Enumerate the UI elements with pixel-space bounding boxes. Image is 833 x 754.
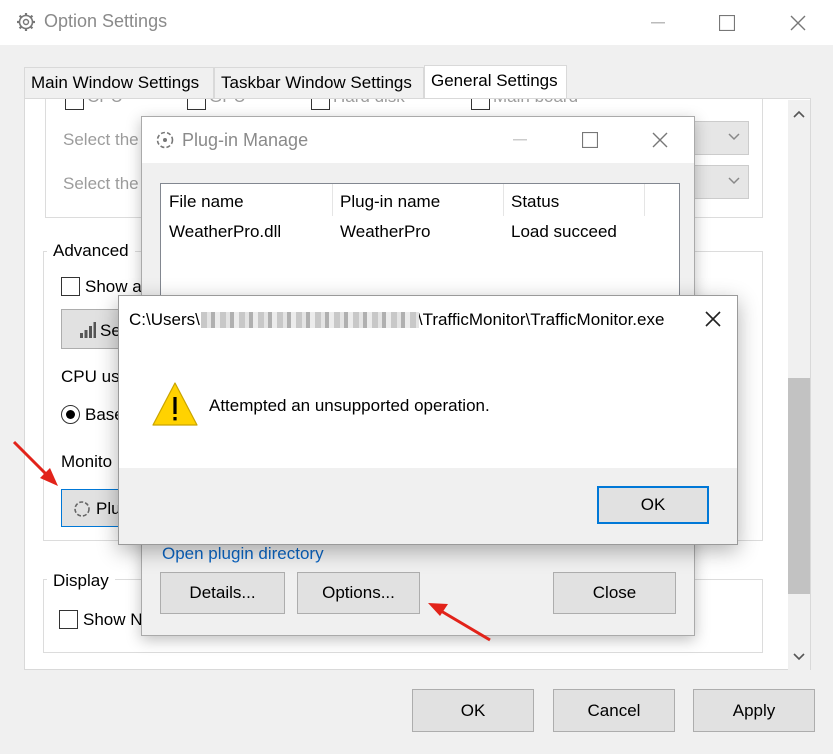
gear-icon: [17, 13, 35, 31]
tab-main-window-settings[interactable]: Main Window Settings: [24, 67, 214, 100]
row-plugin-name: WeatherPro: [340, 222, 431, 241]
tab-taskbar-window-settings[interactable]: Taskbar Window Settings: [214, 67, 424, 100]
column-header-plugin-name[interactable]: Plug-in name: [340, 192, 440, 212]
plugin-close-button[interactable]: Close: [553, 572, 676, 614]
plugin-close-button-label: Close: [592, 583, 637, 602]
gpu-checkbox-label: GPU: [209, 99, 246, 107]
close-icon: [705, 311, 721, 327]
minimize-icon: [513, 139, 527, 141]
advanced-group-label: Advanced: [47, 241, 135, 261]
show-notify-checkbox[interactable]: [59, 610, 78, 629]
cancel-button[interactable]: Cancel: [553, 689, 675, 732]
gpu-checkbox[interactable]: [187, 99, 206, 110]
puzzle-gear-icon: [74, 501, 90, 517]
tab-label: General Settings: [431, 71, 558, 90]
show-checkbox-label: Show a: [85, 277, 142, 296]
error-path-suffix: \TrafficMonitor\TrafficMonitor.exe: [417, 310, 665, 329]
column-divider[interactable]: [644, 184, 645, 216]
details-button-label: Details...: [189, 583, 256, 602]
open-plugin-directory-link[interactable]: Open plugin directory: [162, 544, 324, 564]
chevron-down-icon: [728, 177, 740, 185]
puzzle-gear-icon: [156, 131, 174, 149]
error-message: Attempted an unsupported operation.: [209, 396, 490, 415]
options-button-label: Options...: [322, 583, 395, 602]
show-checkbox[interactable]: [61, 277, 80, 296]
error-title: C:\Users\ \TrafficMonitor\TrafficMonitor.…: [129, 310, 664, 330]
error-close-button[interactable]: [693, 302, 733, 336]
tab-label: Taskbar Window Settings: [221, 73, 412, 92]
details-button[interactable]: Details...: [160, 572, 285, 614]
row-file-name: WeatherPro.dll: [169, 222, 282, 241]
plugin-list-header: File name Plug-in name Status: [161, 184, 679, 216]
error-button-bar: OK: [119, 468, 737, 544]
minimize-icon: [651, 22, 665, 24]
plugin-maximize-button[interactable]: [570, 123, 610, 157]
error-message-box: C:\Users\ \TrafficMonitor\TrafficMonitor.…: [118, 295, 738, 545]
redacted-username: [201, 312, 419, 328]
scroll-down-icon[interactable]: [793, 653, 805, 661]
title-bar: Option Settings: [0, 0, 833, 45]
close-button[interactable]: [778, 6, 818, 40]
signal-bars-icon: [80, 322, 96, 338]
error-ok-button[interactable]: OK: [597, 486, 709, 524]
plugin-close-window-button[interactable]: [640, 123, 680, 157]
main-board-checkbox[interactable]: [471, 99, 490, 110]
chevron-down-icon: [728, 133, 740, 141]
maximize-icon: [582, 132, 598, 148]
plugin-dialog-title-bar: Plug-in Manage: [142, 117, 694, 163]
cancel-button-label: Cancel: [587, 700, 641, 720]
select-label-1: Select the: [63, 130, 139, 149]
scrollbar-thumb[interactable]: [788, 378, 810, 594]
minimize-button[interactable]: [638, 6, 678, 40]
maximize-icon: [719, 15, 735, 31]
error-ok-button-label: OK: [640, 495, 666, 514]
warning-icon: [152, 382, 198, 426]
monitor-label: Monito: [61, 452, 113, 471]
options-button[interactable]: Options...: [297, 572, 420, 614]
select-label-2: Select the: [63, 174, 139, 193]
column-divider[interactable]: [332, 184, 333, 216]
tab-label: Main Window Settings: [31, 73, 200, 92]
close-icon: [652, 132, 668, 148]
column-divider[interactable]: [503, 184, 504, 216]
cpu-checkbox-label: CPU: [87, 99, 123, 107]
plugin-dialog-title: Plug-in Manage: [182, 130, 309, 150]
apply-button[interactable]: Apply: [693, 689, 815, 732]
plugin-minimize-button[interactable]: [500, 123, 540, 157]
column-header-status[interactable]: Status: [511, 192, 559, 212]
window-title: Option Settings: [44, 11, 168, 31]
plugin-manage-button-label: Plu: [96, 499, 121, 518]
main-board-checkbox-label: Main board: [493, 99, 578, 107]
hard-disk-checkbox-label: Hard disk: [333, 99, 405, 107]
maximize-button[interactable]: [707, 6, 747, 40]
table-row[interactable]: WeatherPro.dll WeatherPro Load succeed: [161, 218, 679, 246]
cpu-checkbox[interactable]: [65, 99, 84, 110]
scroll-up-icon[interactable]: [793, 110, 805, 118]
vertical-scrollbar[interactable]: [788, 100, 810, 670]
error-path-prefix: C:\Users\: [129, 310, 200, 329]
ok-button-label: OK: [460, 700, 486, 720]
show-notify-checkbox-label: Show N: [83, 610, 143, 629]
close-icon: [790, 15, 806, 31]
hard-disk-checkbox[interactable]: [311, 99, 330, 110]
cpu-usage-radio[interactable]: [61, 405, 80, 424]
display-group-label: Display: [47, 571, 115, 591]
apply-button-label: Apply: [732, 700, 776, 720]
column-header-file-name[interactable]: File name: [169, 192, 244, 212]
ok-button[interactable]: OK: [412, 689, 534, 732]
row-status: Load succeed: [511, 222, 617, 241]
tab-general-settings[interactable]: General Settings: [424, 65, 567, 100]
